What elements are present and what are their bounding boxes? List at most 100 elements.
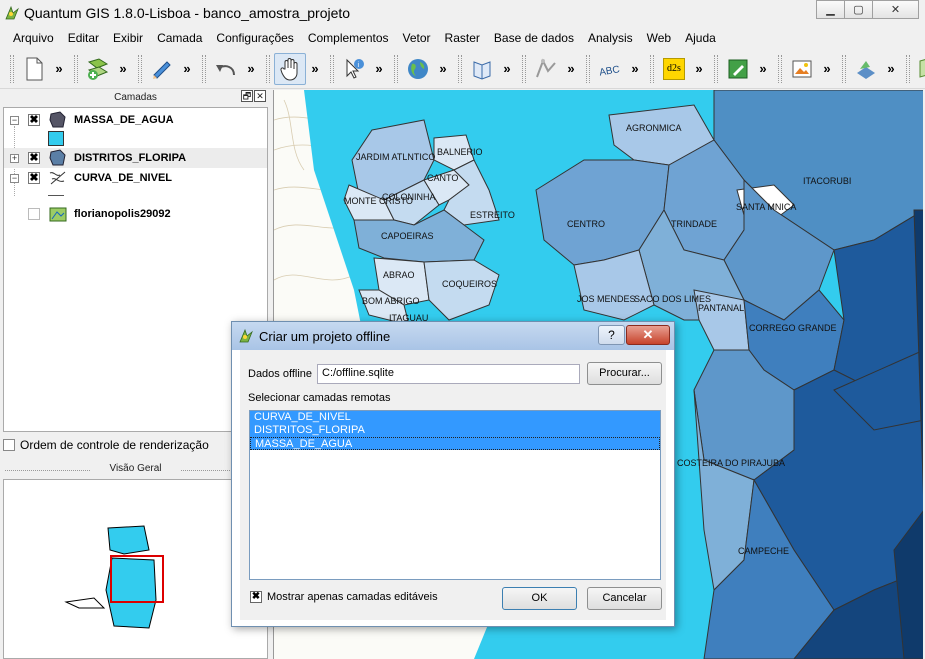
toolbar-more-1[interactable]: » (50, 61, 68, 76)
qgis-logo-icon (239, 328, 253, 343)
add-layer-icon[interactable] (82, 53, 114, 85)
polygon-layer-icon (49, 111, 66, 128)
float-panel-button[interactable]: 🗗 (241, 90, 253, 102)
layer-visibility-checkbox[interactable]: ✖ (28, 172, 40, 184)
plugin-edit-icon[interactable] (722, 53, 754, 85)
map-label: CORREGO GRANDE (749, 323, 837, 333)
list-item[interactable]: MASSA_DE_AGUA (250, 437, 660, 450)
toolbar-more-3[interactable]: » (178, 61, 196, 76)
help-book-icon[interactable] (466, 53, 498, 85)
overview-panel[interactable] (3, 479, 268, 659)
cancel-button[interactable]: Cancelar (587, 587, 662, 610)
map-add-icon[interactable] (914, 53, 925, 85)
layer-name: CURVA_DE_NIVEL (74, 172, 173, 184)
gps-icon[interactable] (530, 53, 562, 85)
render-order-control[interactable]: Ordem de controle de renderização (3, 438, 209, 452)
menu-bar: Arquivo Editar Exibir Camada Configuraçõ… (0, 28, 925, 48)
dialog-close-button[interactable]: ✕ (626, 325, 670, 345)
toolbar-more-10[interactable]: » (626, 61, 644, 76)
ok-button[interactable]: OK (502, 587, 577, 610)
toolbar-more-6[interactable]: » (370, 61, 388, 76)
expand-toggle[interactable]: − (10, 173, 19, 183)
label-abc-icon[interactable]: ABC (594, 53, 626, 85)
layer-row-distritos-floripa[interactable]: + ✖ DISTRITOS_FLORIPA (4, 148, 267, 168)
image-icon[interactable] (786, 53, 818, 85)
layer-name: florianopolis29092 (74, 208, 171, 220)
toolbar-more-2[interactable]: » (114, 61, 132, 76)
render-order-checkbox[interactable] (3, 439, 15, 451)
toolbar-more-13[interactable]: » (818, 61, 836, 76)
map-label: JARDIM ATLNTICO (356, 152, 436, 162)
map-label: ESTREITO (470, 210, 515, 220)
overview-title: Visão Geral (3, 463, 268, 478)
pan-hand-icon[interactable] (274, 52, 306, 85)
globe-icon[interactable] (402, 53, 434, 85)
list-item[interactable]: CURVA_DE_NIVEL (250, 411, 660, 424)
menu-configuracoes[interactable]: Configurações (209, 31, 300, 45)
menu-analysis[interactable]: Analysis (581, 31, 640, 45)
layer-tree[interactable]: − ✖ MASSA_DE_AGUA + ✖ DISTRITOS_FLORIPA … (3, 107, 268, 432)
toolbar-more-14[interactable]: » (882, 61, 900, 76)
layer-row-curva-de-nivel[interactable]: − ✖ CURVA_DE_NIVEL (4, 168, 267, 188)
maximize-button[interactable]: ▢ (844, 0, 873, 19)
menu-camada[interactable]: Camada (150, 31, 209, 45)
menu-vetor[interactable]: Vetor (396, 31, 438, 45)
list-item[interactable]: DISTRITOS_FLORIPA (250, 424, 660, 437)
edit-pencil-icon[interactable] (146, 53, 178, 85)
layer-row-florianopolis29092[interactable]: florianopolis29092 (4, 204, 267, 224)
title-bar: Quantum GIS 1.8.0-Lisboa - banco_amostra… (0, 0, 925, 28)
map-label: COSTEIRA DO PIRAJUBA (677, 458, 786, 468)
map-label: JOS MENDES (577, 294, 636, 304)
line-layer-icon (49, 171, 66, 185)
undo-icon[interactable] (210, 53, 242, 85)
toolbar-more-12[interactable]: » (754, 61, 772, 76)
editable-only-checkbox[interactable]: ✖ (250, 591, 262, 603)
map-label: AGRONMICA (626, 123, 682, 133)
dialog-title: Criar um projeto offline (259, 329, 391, 344)
overview-map (64, 525, 164, 629)
dialog-help-button[interactable]: ? (598, 325, 625, 345)
offline-project-dialog: Criar um projeto offline ? ✕ Dados offli… (231, 321, 675, 627)
offline-data-input[interactable]: C:/offline.sqlite (317, 364, 580, 384)
toolbar-more-4[interactable]: » (242, 61, 260, 76)
toolbar-more-9[interactable]: » (562, 61, 580, 76)
toolbar-more-7[interactable]: » (434, 61, 452, 76)
menu-web[interactable]: Web (640, 31, 678, 45)
menu-editar[interactable]: Editar (61, 31, 106, 45)
expand-toggle[interactable]: − (10, 115, 19, 125)
minimize-button[interactable]: ▁ (816, 0, 845, 19)
map-label: SANTA MNICA (736, 202, 797, 212)
menu-raster[interactable]: Raster (438, 31, 487, 45)
toolbar-more-8[interactable]: » (498, 61, 516, 76)
map-label: CANTO (427, 173, 459, 183)
layer-row-massa-de-agua[interactable]: − ✖ MASSA_DE_AGUA (4, 110, 267, 130)
toolbar-more-11[interactable]: » (690, 61, 708, 76)
layer-visibility-checkbox[interactable]: ✖ (28, 152, 40, 164)
menu-complementos[interactable]: Complementos (301, 31, 396, 45)
identify-icon[interactable]: i (338, 53, 370, 85)
map-label: TRINDADE (671, 219, 718, 229)
close-window-button[interactable]: ✕ (872, 0, 919, 19)
layer-visibility-checkbox[interactable] (28, 208, 40, 220)
layer-name: MASSA_DE_AGUA (74, 114, 174, 126)
map-label: MONTE CRISTO (344, 196, 413, 206)
remote-layers-list[interactable]: CURVA_DE_NIVEL DISTRITOS_FLORIPA MASSA_D… (249, 410, 661, 580)
layer-name: DISTRITOS_FLORIPA (74, 152, 187, 164)
layer-visibility-checkbox[interactable]: ✖ (28, 114, 40, 126)
expand-toggle[interactable]: + (10, 153, 19, 163)
close-panel-button[interactable]: ✕ (254, 90, 266, 102)
layers-panel-title-text: Camadas (114, 92, 157, 103)
menu-base-de-dados[interactable]: Base de dados (487, 31, 581, 45)
toolbar-more-5[interactable]: » (306, 61, 324, 76)
dialog-title-bar: Criar um projeto offline ? ✕ (232, 322, 674, 350)
new-project-icon[interactable] (18, 53, 50, 85)
map-label: BALNERIO (437, 147, 483, 157)
dialog-body: Dados offline C:/offline.sqlite Procurar… (240, 350, 666, 620)
menu-exibir[interactable]: Exibir (106, 31, 150, 45)
d2s-icon[interactable]: d2s (658, 53, 690, 85)
polygon-layer-icon (49, 149, 66, 166)
menu-arquivo[interactable]: Arquivo (6, 31, 61, 45)
browse-button[interactable]: Procurar... (587, 362, 662, 385)
raster-icon[interactable] (850, 53, 882, 85)
menu-ajuda[interactable]: Ajuda (678, 31, 723, 45)
